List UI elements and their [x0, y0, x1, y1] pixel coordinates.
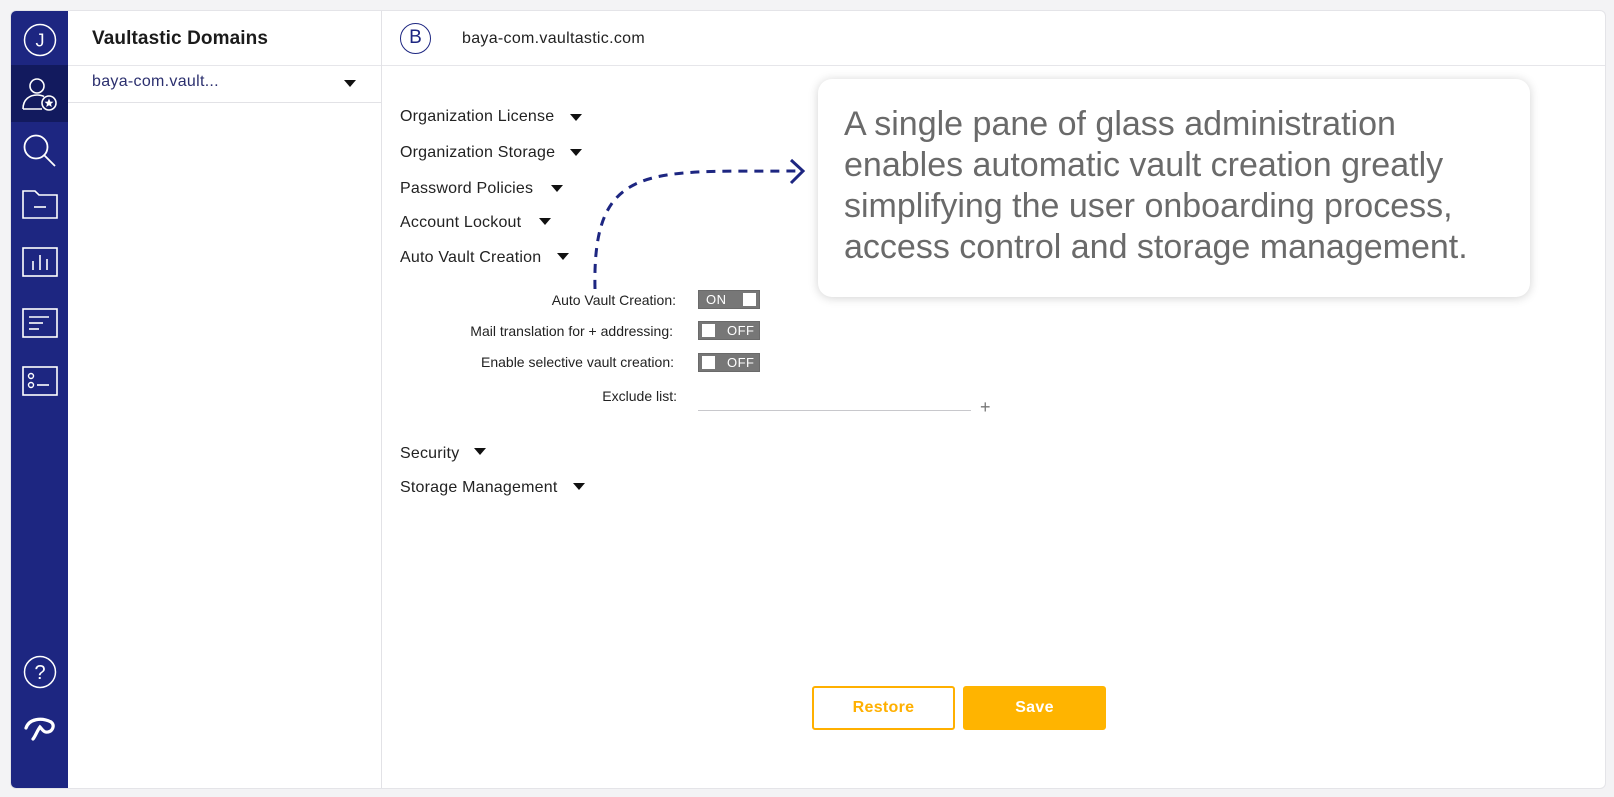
domain-dropdown[interactable]: baya-com.vault... — [68, 66, 381, 103]
user-initial-icon: J — [23, 23, 56, 57]
chevron-down-icon — [551, 185, 563, 192]
selective-vault-creation-label: Enable selective vault creation: — [481, 354, 674, 370]
domain-dropdown-value: baya-com.vault... — [92, 73, 219, 90]
toggle-state: OFF — [727, 355, 755, 370]
page-title: baya-com.vaultastic.com — [462, 30, 645, 47]
restore-button[interactable]: Restore — [812, 686, 955, 730]
chevron-down-icon — [573, 483, 585, 490]
chevron-down-icon — [474, 448, 486, 455]
search-icon — [23, 134, 56, 167]
toggle-state: OFF — [727, 323, 755, 338]
icon-rail: J ? — [11, 11, 68, 788]
rail-help[interactable]: ? — [11, 643, 68, 701]
domains-sidebar: Vaultastic Domains baya-com.vault... — [68, 11, 382, 788]
save-button[interactable]: Save — [963, 686, 1106, 730]
exclude-list-input[interactable] — [698, 410, 971, 411]
toggle-knob — [743, 293, 756, 306]
toggle-knob — [702, 324, 715, 337]
section-auto-vault-creation[interactable]: Auto Vault Creation — [400, 249, 569, 267]
mail-translation-toggle[interactable]: OFF — [698, 321, 760, 340]
section-password-policies[interactable]: Password Policies — [400, 180, 563, 198]
chevron-down-icon — [557, 253, 569, 260]
document-icon — [21, 308, 58, 338]
toggle-state: ON — [706, 292, 727, 307]
section-storage-management[interactable]: Storage Management — [400, 479, 585, 497]
help-icon: ? — [23, 655, 56, 689]
svg-text:?: ? — [34, 662, 45, 684]
auto-vault-creation-label: Auto Vault Creation: — [551, 292, 676, 308]
section-account-lockout[interactable]: Account Lockout — [400, 214, 551, 232]
user-avatar-button[interactable]: J — [11, 11, 68, 69]
feature-callout: A single pane of glass administration en… — [818, 79, 1530, 297]
rail-documents[interactable] — [11, 294, 68, 352]
section-organization-license[interactable]: Organization License — [400, 108, 582, 126]
chevron-down-icon — [570, 114, 582, 121]
sidebar-title: Vaultastic Domains — [92, 28, 269, 49]
rail-folder[interactable] — [11, 175, 68, 233]
id-card-icon — [21, 366, 58, 396]
chevron-down-icon — [344, 80, 356, 87]
svg-text:J: J — [35, 31, 44, 51]
rail-user-admin[interactable] — [11, 65, 68, 122]
brand-logo-icon — [23, 717, 55, 741]
folder-icon — [21, 190, 58, 219]
rail-brand — [11, 699, 68, 757]
rail-search[interactable] — [11, 122, 68, 180]
section-organization-storage[interactable]: Organization Storage — [400, 144, 582, 162]
auto-vault-creation-toggle[interactable]: ON — [698, 290, 760, 309]
selective-vault-creation-toggle[interactable]: OFF — [698, 353, 760, 372]
section-security[interactable]: Security — [400, 445, 486, 463]
user-admin-icon — [21, 77, 57, 111]
rail-settings[interactable] — [11, 352, 68, 410]
toggle-knob — [702, 356, 715, 369]
chart-icon — [21, 247, 58, 277]
exclude-list-label: Exclude list: — [602, 388, 677, 404]
chevron-down-icon — [570, 149, 582, 156]
domain-badge: B — [400, 23, 431, 54]
mail-translation-label: Mail translation for + addressing: — [470, 323, 673, 339]
add-exclude-button[interactable]: + — [980, 397, 991, 418]
main-header: B baya-com.vaultastic.com — [382, 11, 1605, 66]
chevron-down-icon — [539, 218, 551, 225]
rail-reports[interactable] — [11, 233, 68, 291]
